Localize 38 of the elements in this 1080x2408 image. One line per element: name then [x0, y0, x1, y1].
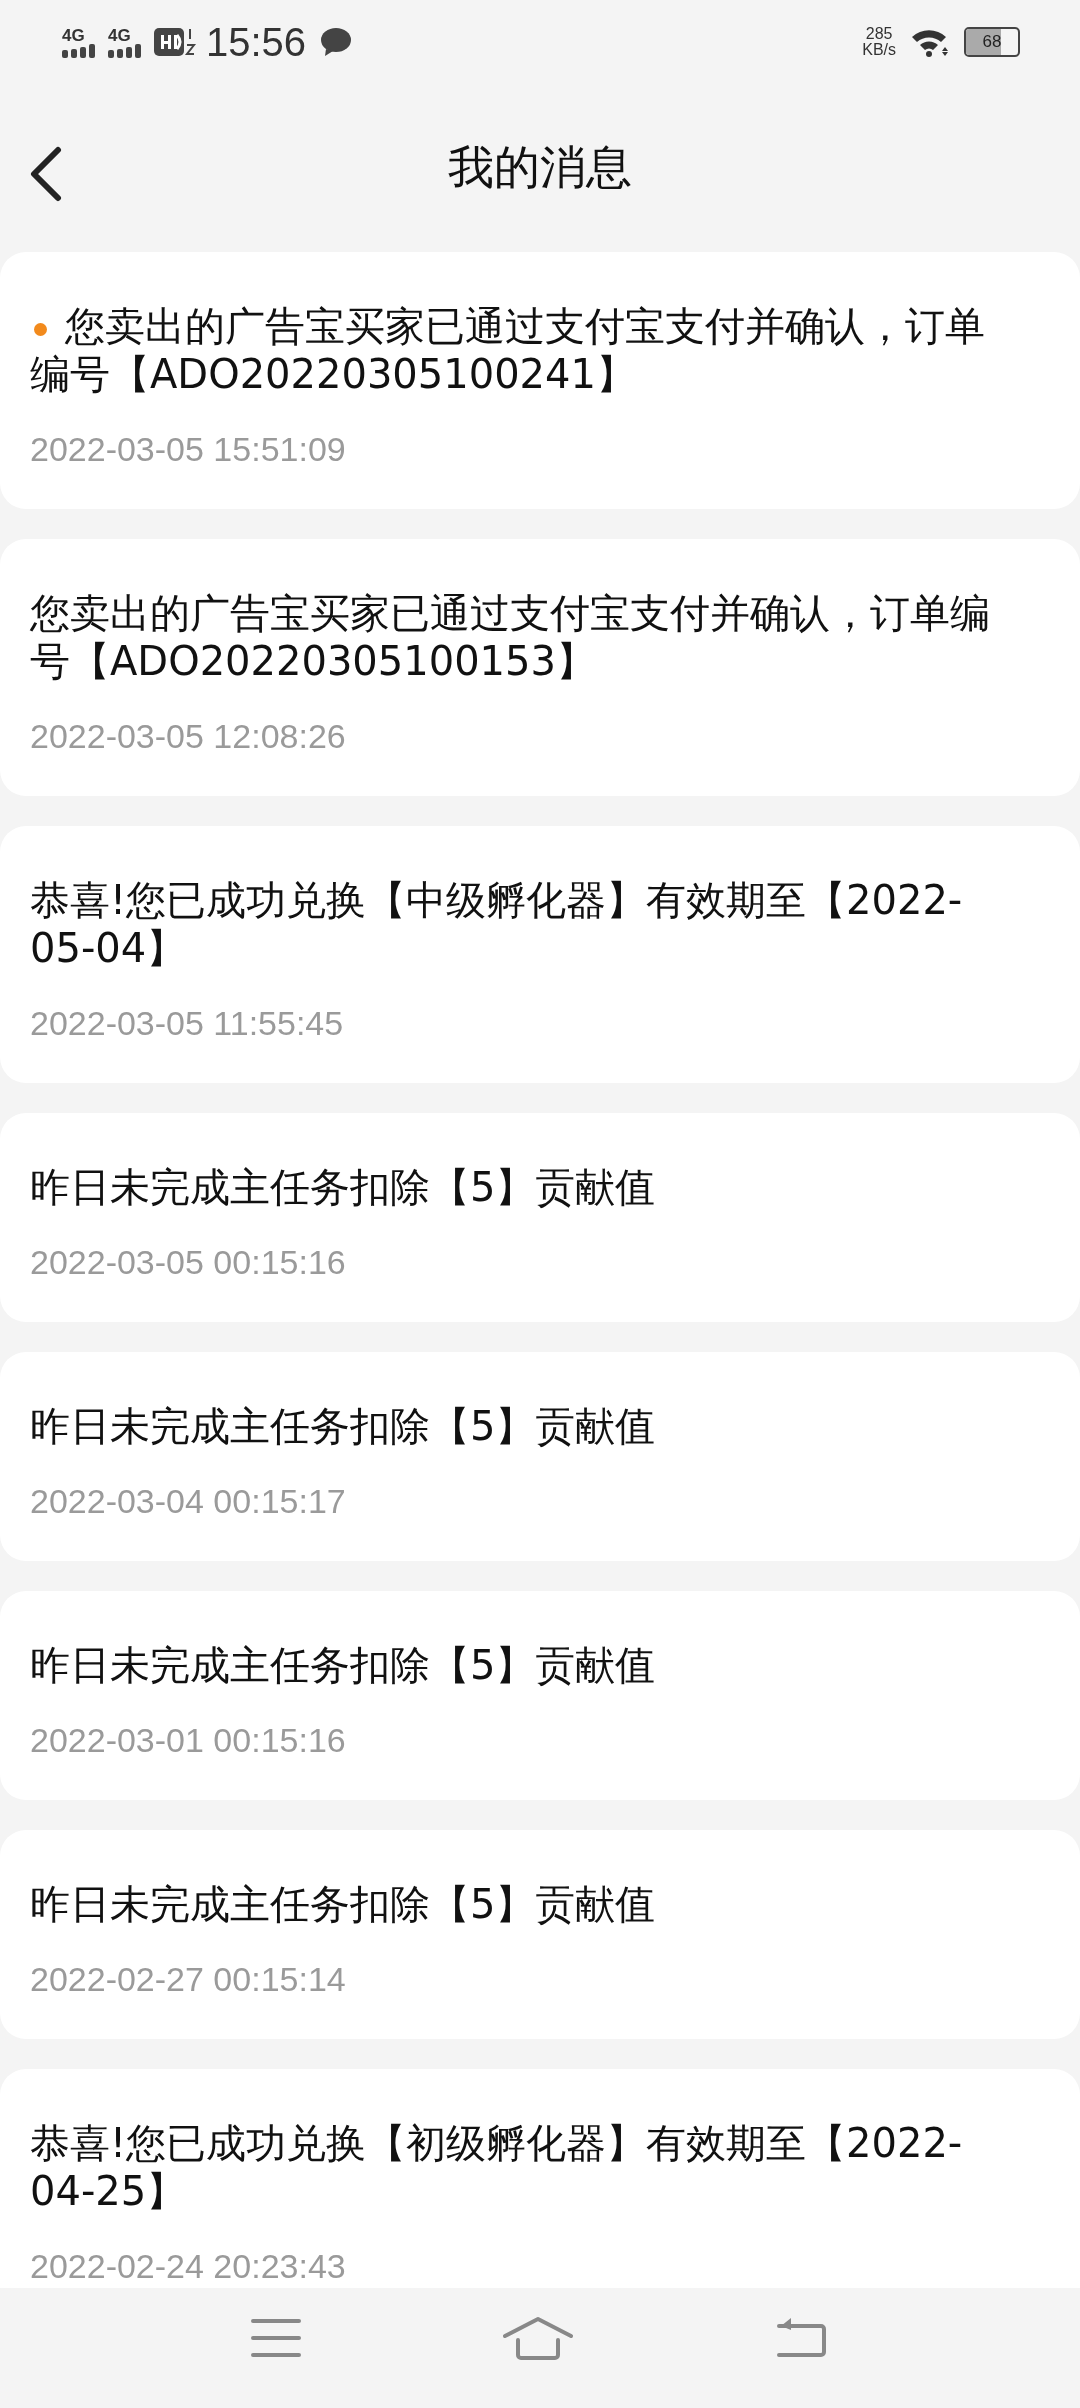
message-time: 2022-03-04 00:15:17 [30, 1481, 347, 1522]
message-card[interactable]: 昨日未完成主任务扣除【5】贡献值 2022-03-05 00:15:16 [0, 1113, 1080, 1322]
status-time: 15:56 [206, 19, 307, 65]
chat-bubble-icon [320, 27, 353, 57]
message-time: 2022-03-05 12:08:26 [30, 716, 347, 757]
message-card[interactable]: 您卖出的广告宝买家已通过支付宝支付并确认，订单编号【ADO20220305100241】 2022-03-05 15:51:09 [0, 252, 1080, 509]
message-text: 您卖出的广告宝买家已通过支付宝支付并确认，订单编号【ADO20220305100153】 [30, 589, 991, 685]
message-text: 恭喜!您已成功兑换【中级孵化器】有效期至【2022-05-04】 [30, 876, 964, 972]
battery-level: 68 [982, 32, 1002, 52]
message-time: 2022-03-01 00:15:16 [30, 1720, 347, 1761]
network-speed: 285 [865, 26, 893, 42]
message-text: 恭喜!您已成功兑换【初级孵化器】有效期至【2022-04-25】 [30, 2119, 964, 2215]
message-time: 2022-03-05 15:51:09 [30, 429, 347, 470]
network-label: 4G [62, 26, 85, 44]
message-text: 昨日未完成主任务扣除【5】贡献值 [30, 1880, 657, 1928]
message-text: 昨日未完成主任务扣除【5】贡献值 [30, 1402, 657, 1450]
message-card[interactable]: 您卖出的广告宝买家已通过支付宝支付并确认，订单编号【ADO20220305100153】 2022-03-05 12:08:26 [0, 539, 1080, 796]
back-icon[interactable] [28, 146, 62, 202]
signal-icon [108, 43, 144, 58]
page-title: 我的消息 [448, 139, 632, 196]
message-card[interactable]: 昨日未完成主任务扣除【5】贡献值 2022-02-27 00:15:14 [0, 1830, 1080, 2039]
hd-icon [154, 27, 198, 57]
message-text: 昨日未完成主任务扣除【5】贡献值 [30, 1641, 657, 1689]
message-text: 您卖出的广告宝买家已通过支付宝支付并确认，订单编号【ADO20220305100241】 [30, 302, 986, 398]
speed-unit: KB/s [862, 42, 896, 58]
menu-icon[interactable] [250, 2318, 301, 2358]
home-icon[interactable] [502, 2316, 574, 2360]
wifi-icon [910, 27, 950, 57]
message-card[interactable]: 昨日未完成主任务扣除【5】贡献值 2022-03-04 00:15:17 [0, 1352, 1080, 1561]
message-time: 2022-02-24 20:23:43 [30, 2246, 347, 2287]
message-time: 2022-03-05 11:55:45 [30, 1003, 345, 1044]
message-card[interactable]: 昨日未完成主任务扣除【5】贡献值 2022-03-01 00:15:16 [0, 1591, 1080, 1800]
message-text: 昨日未完成主任务扣除【5】贡献值 [30, 1163, 657, 1211]
message-time: 2022-03-05 00:15:16 [30, 1242, 347, 1283]
message-time: 2022-02-27 00:15:14 [30, 1959, 347, 2000]
signal-icon [62, 43, 98, 58]
message-card[interactable]: 恭喜!您已成功兑换【中级孵化器】有效期至【2022-05-04】 2022-03-05 11:55:45 [0, 826, 1080, 1083]
network-label: 4G [108, 26, 131, 44]
